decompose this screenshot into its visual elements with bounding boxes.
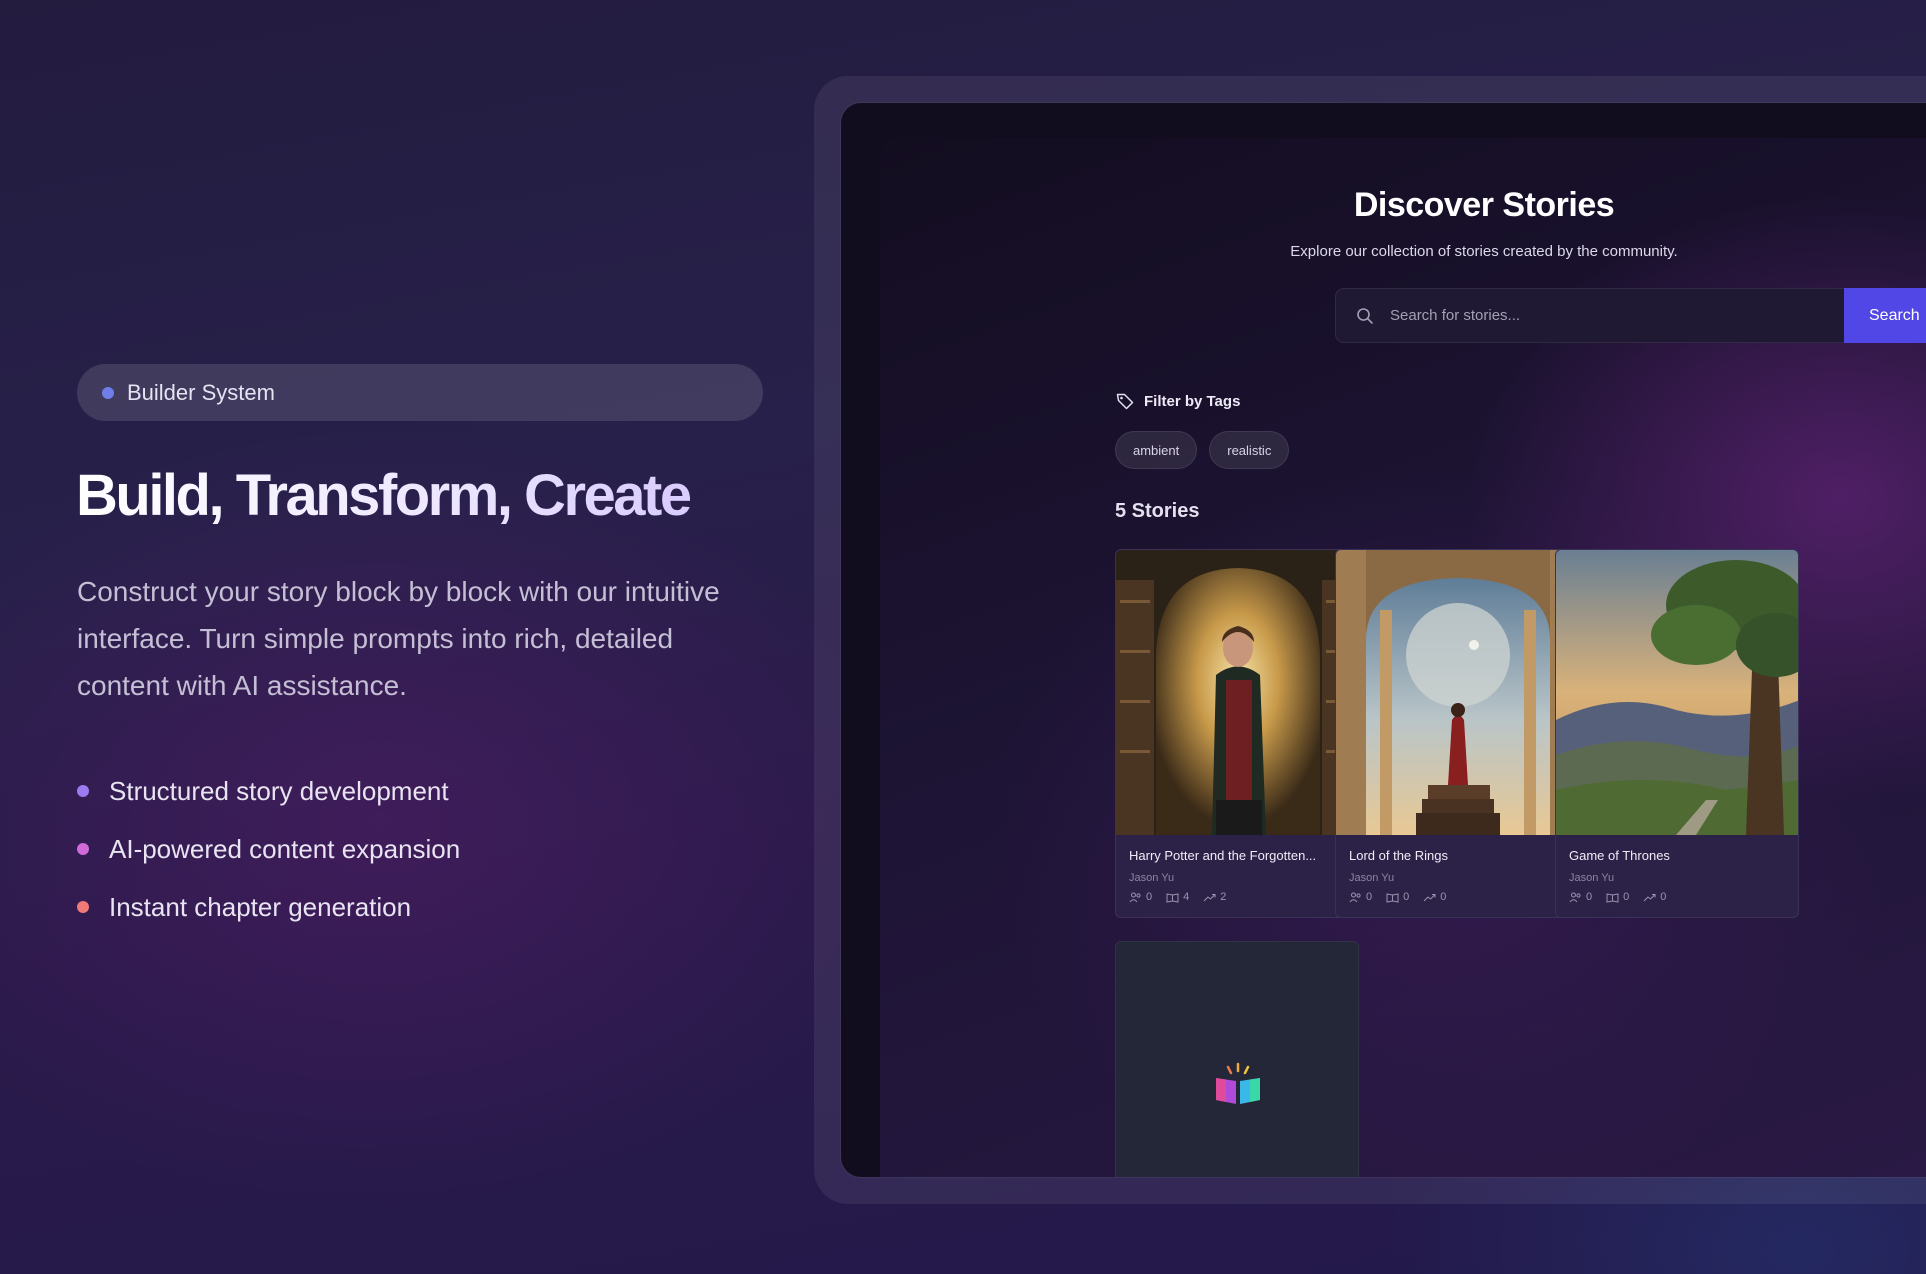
badge-label: Builder System [127,379,275,405]
book-open-icon [1386,892,1399,903]
stat-readers: 0 [1349,891,1372,903]
search-input[interactable] [1390,307,1790,324]
story-author: Jason Yu [1569,872,1615,884]
story-author: Jason Yu [1349,872,1395,884]
feature-text: Structured story development [109,775,449,806]
book-open-icon [1606,892,1619,903]
hero-title: Build, Transform, Create [76,463,692,528]
app-content: Discover Stories Explore our collection … [880,138,1926,1177]
stat-readers: 0 [1569,891,1592,903]
users-icon [1349,892,1361,902]
story-title: Harry Potter and the Forgotten... [1129,848,1317,863]
badge-dot [102,386,114,399]
feature-item: Structured story development [77,762,460,820]
book-icon [1216,1062,1260,1104]
search-button[interactable]: Search [1844,288,1926,343]
story-cover-image [1556,550,1798,835]
search-icon [1357,307,1373,324]
trend-icon [1643,893,1656,901]
filter-label: Filter by Tags [1144,392,1241,410]
tag-chip-realistic[interactable]: realistic [1209,431,1290,469]
stat-trend: 2 [1203,891,1226,903]
story-card-placeholder[interactable] [1115,941,1359,1177]
trend-icon [1203,893,1216,901]
app-screen: Discover Stories Explore our collection … [841,103,1926,1177]
story-title: Game of Thrones [1569,848,1670,863]
filter-header: Filter by Tags [1115,391,1240,411]
story-stats: 0 4 2 [1129,891,1226,903]
story-stats: 0 0 0 [1569,891,1666,903]
feature-list: Structured story development AI-powered … [77,762,460,936]
feature-text: Instant chapter generation [109,891,412,922]
feature-bullet [77,901,89,913]
book-open-icon [1166,892,1179,903]
page-title: Discover Stories [1353,186,1615,224]
stat-trend: 0 [1643,891,1666,903]
page-subtitle: Explore our collection of stories create… [1290,243,1678,260]
trend-icon [1423,893,1436,901]
users-icon [1129,892,1141,902]
feature-text: AI-powered content expansion [109,833,461,864]
stat-value: 0 [1366,891,1373,903]
tag-chip-ambient[interactable]: ambient [1115,431,1198,469]
hero-description: Construct your story block by block with… [77,576,720,701]
stat-chapters: 0 [1386,891,1409,903]
story-cover-image [1116,550,1358,835]
tag-icon [1116,393,1134,410]
feature-item: AI-powered content expansion [77,820,460,878]
stat-readers: 0 [1129,891,1152,903]
story-card[interactable]: Game of Thrones Jason Yu 0 0 0 [1555,549,1799,918]
feature-bullet [77,843,89,855]
stories-count: 5 Stories [1115,500,1200,522]
stat-value: 0 [1586,891,1593,903]
story-card[interactable]: Lord of the Rings Jason Yu 0 0 0 [1335,549,1579,918]
search-bar [1335,288,1845,343]
stat-value: 0 [1146,891,1153,903]
feature-item: Instant chapter generation [77,878,460,936]
feature-bullet [77,785,89,797]
stat-value: 0 [1403,891,1410,903]
tag-list: ambient realistic [1115,431,1290,469]
story-cover-image [1336,550,1578,835]
stat-value: 2 [1220,891,1227,903]
builder-system-badge: Builder System [77,364,763,421]
stat-value: 0 [1660,891,1667,903]
users-icon [1569,892,1581,902]
stat-chapters: 4 [1166,891,1189,903]
story-title: Lord of the Rings [1349,848,1449,863]
story-author: Jason Yu [1129,872,1175,884]
story-card[interactable]: Harry Potter and the Forgotten... Jason … [1115,549,1359,918]
stat-trend: 0 [1423,891,1446,903]
stat-value: 0 [1623,891,1630,903]
stat-value: 4 [1183,891,1190,903]
stat-chapters: 0 [1606,891,1629,903]
stat-value: 0 [1440,891,1447,903]
story-stats: 0 0 0 [1349,891,1446,903]
